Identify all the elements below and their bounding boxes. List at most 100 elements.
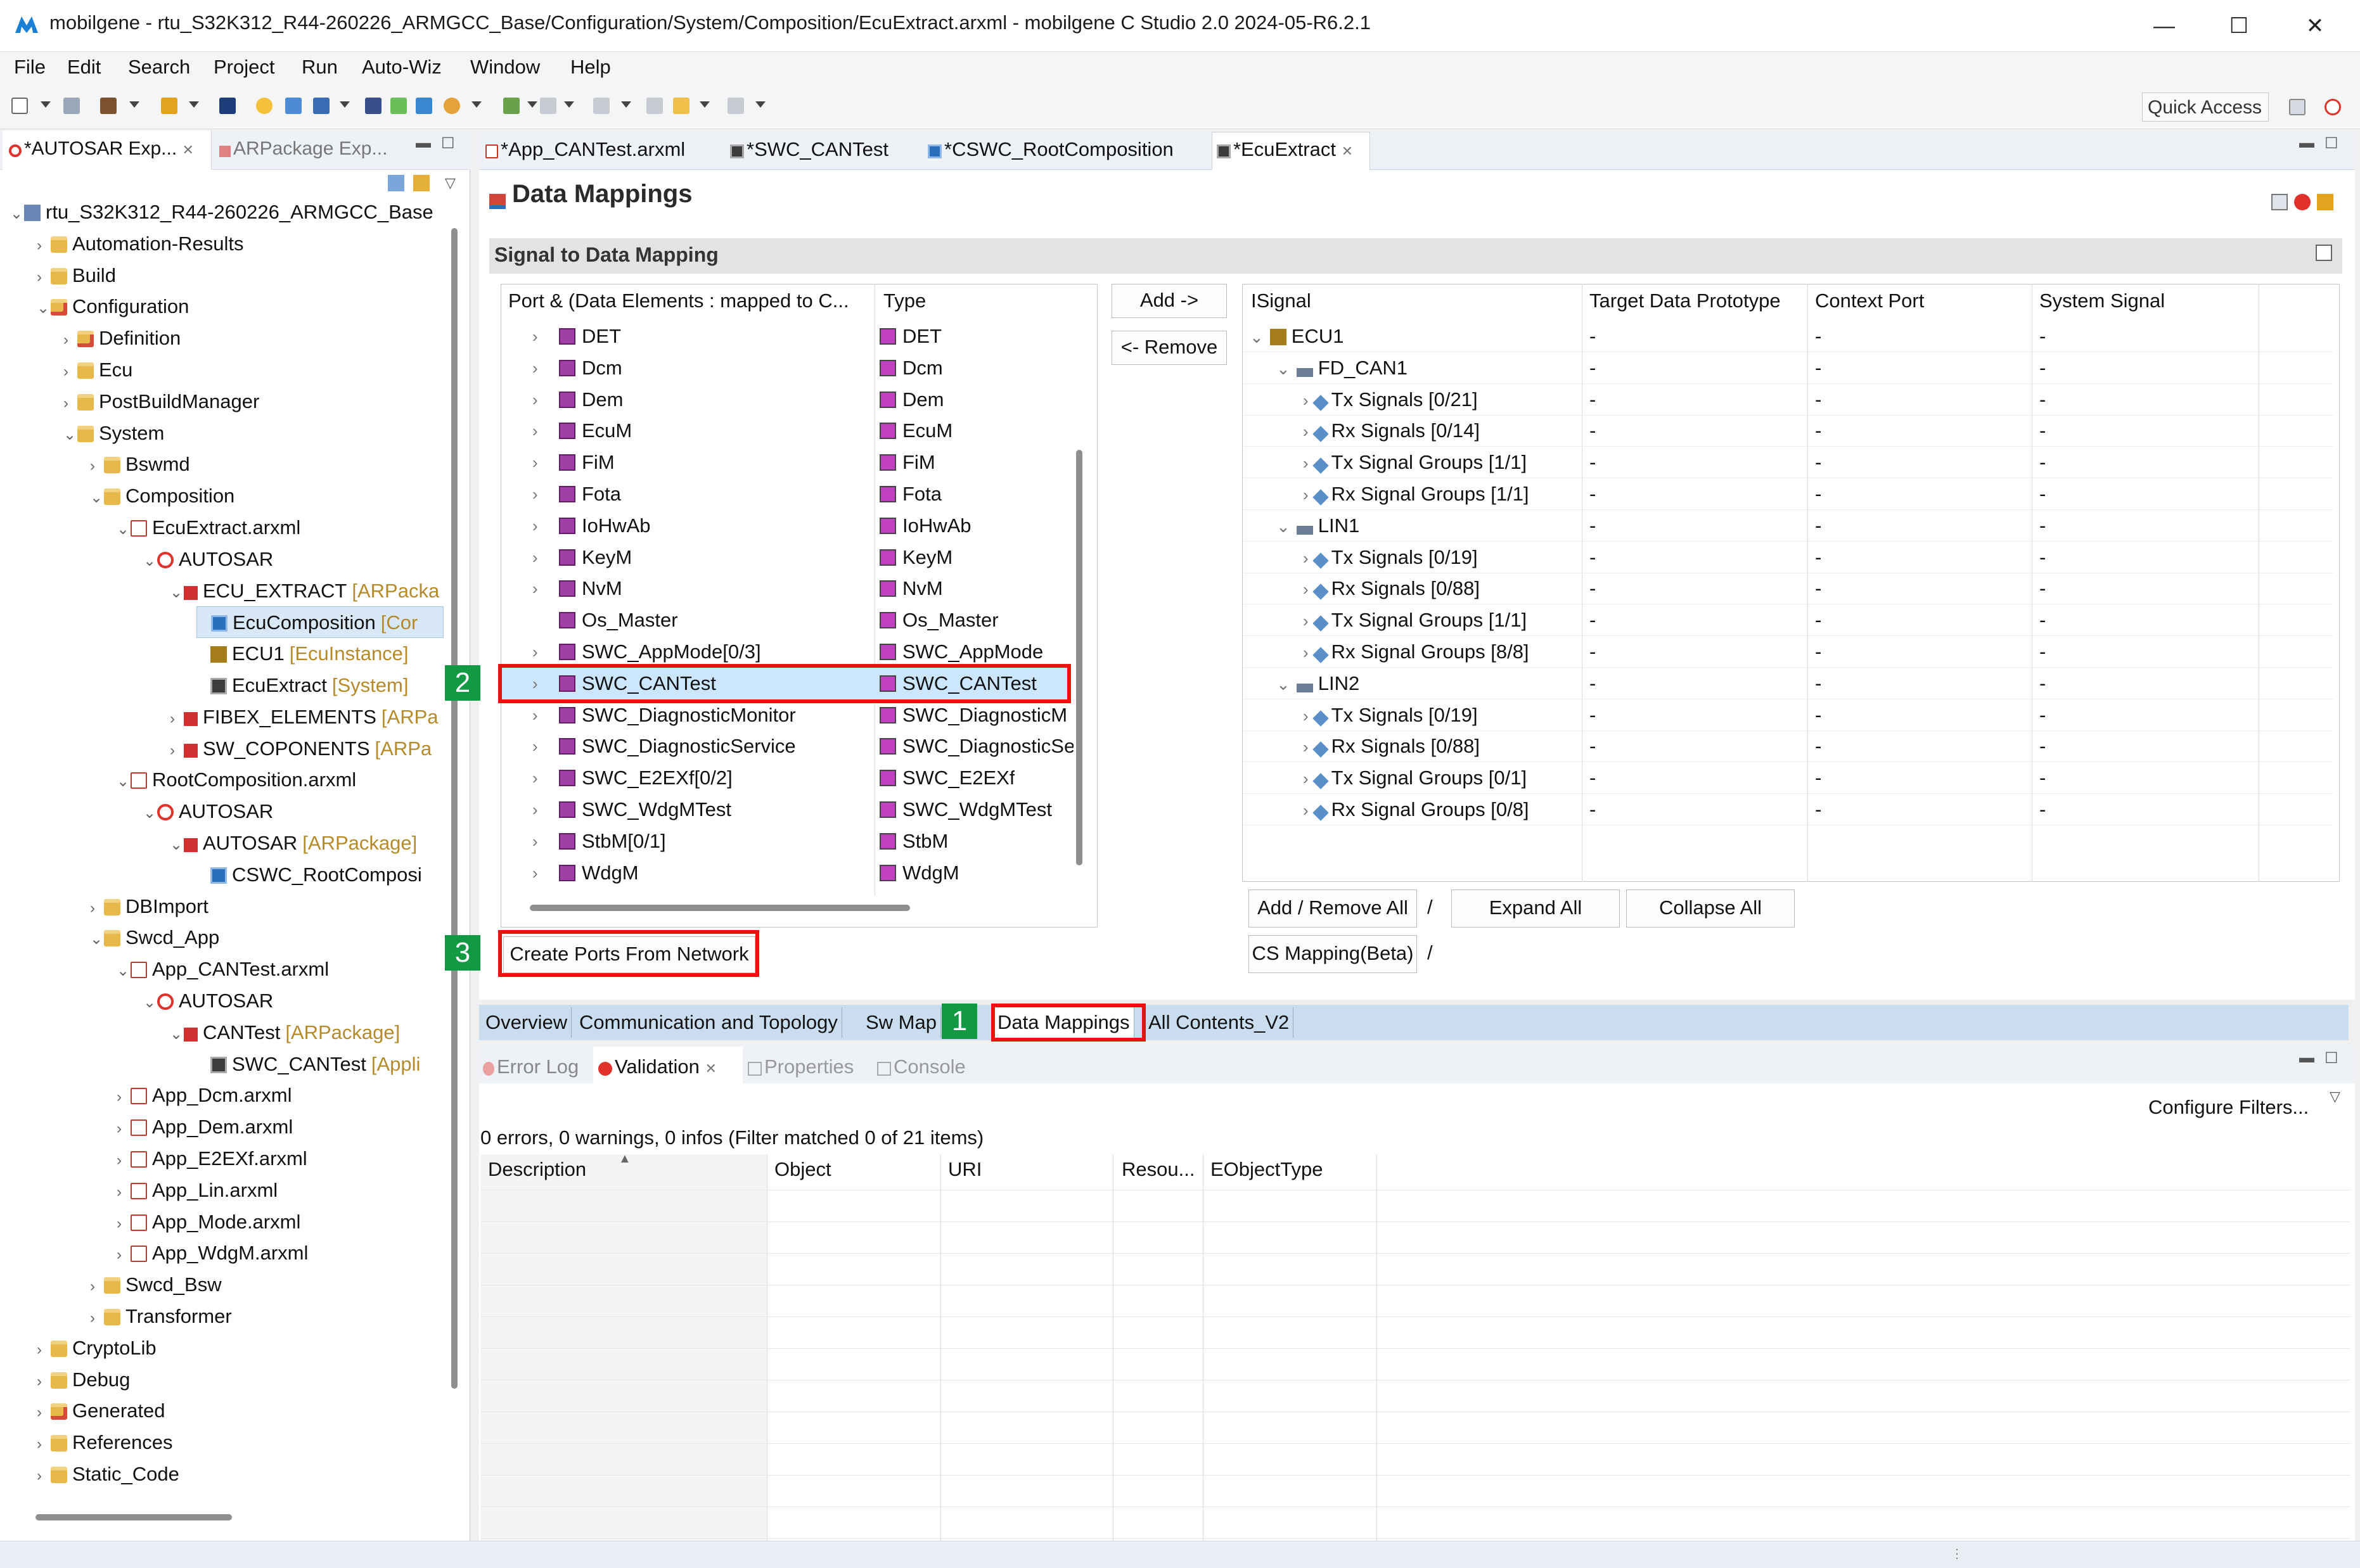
tool-icon[interactable] — [416, 98, 432, 114]
signal-row[interactable]: › Rx Signals [0/88] - - - — [1243, 730, 2333, 763]
tab-arpackage-explorer[interactable]: ARPackage Exp... — [219, 138, 387, 160]
minimize-button[interactable]: — — [2129, 6, 2199, 46]
expand-chevron-icon[interactable]: › — [532, 478, 538, 510]
external-tool-dropdown-icon[interactable] — [471, 101, 482, 108]
menu-search[interactable]: Search — [128, 56, 190, 79]
collapse-chevron-icon[interactable]: › — [170, 735, 184, 765]
tree-item-rootcomposition-arxml[interactable]: ⌄ RootComposition.arxml — [117, 764, 356, 796]
expand-chevron-icon[interactable]: ⌄ — [170, 829, 184, 859]
collapse-chevron-icon[interactable]: › — [37, 1429, 51, 1458]
port-row[interactable]: › SWC_AppMode[0/3] SWC_AppMode — [502, 636, 1067, 668]
expand-chevron-icon[interactable]: ⌄ — [63, 419, 77, 449]
expand-chevron-icon[interactable]: ⌄ — [1276, 359, 1290, 378]
build-dropdown-icon[interactable] — [129, 101, 139, 108]
close-button[interactable]: ✕ — [2280, 6, 2350, 46]
tree-item-app-dem-arxml[interactable]: › App_Dem.arxml — [117, 1111, 293, 1143]
maximize-button[interactable]: ☐ — [2204, 6, 2274, 46]
tab-cswc-rootcomposition[interactable]: *CSWC_RootComposition — [928, 138, 1174, 161]
help-icon[interactable] — [2294, 194, 2311, 210]
system-signal-header[interactable]: System Signal — [2039, 286, 2165, 316]
collapse-chevron-icon[interactable]: › — [1303, 422, 1309, 441]
collapse-chevron-icon[interactable]: › — [1303, 737, 1309, 756]
collapse-chevron-icon[interactable]: › — [90, 893, 104, 922]
tab-error-log[interactable]: Error Log — [483, 1055, 579, 1078]
port-row[interactable]: Os_Master Os_Master — [502, 604, 1067, 636]
new-dropdown-icon[interactable] — [41, 101, 51, 108]
open-perspective-icon[interactable] — [2289, 99, 2305, 115]
signal-row[interactable]: › Tx Signals [0/21] - - - — [1243, 384, 2333, 416]
signal-row[interactable]: ⌄ LIN2 - - - — [1243, 668, 2333, 699]
signal-row[interactable]: › Tx Signal Groups [0/1] - - - — [1243, 762, 2333, 794]
external-tool-icon[interactable] — [444, 98, 460, 114]
tab-all-contents-v2[interactable]: All Contents_V2 — [1145, 1007, 1294, 1038]
collapse-chevron-icon[interactable]: › — [37, 1334, 51, 1364]
expand-chevron-icon[interactable]: › — [532, 730, 538, 762]
tree-item-bswmd[interactable]: › Bswmd — [90, 449, 190, 480]
section-menu-icon[interactable] — [2316, 245, 2332, 261]
tree-item-build[interactable]: › Build — [37, 260, 116, 291]
tree-item-ecu-extract[interactable]: ⌄ ECU_EXTRACT [ARPacka — [170, 575, 439, 607]
maximize-editor-icon[interactable]: ☐ — [2325, 134, 2338, 153]
collapse-chevron-icon[interactable]: › — [90, 1303, 104, 1332]
tree-horizontal-scrollbar[interactable] — [35, 1514, 232, 1520]
tree-item-composition[interactable]: ⌄ Composition — [90, 480, 234, 512]
tree-item-definition[interactable]: › Definition — [63, 322, 181, 354]
resource-column-header[interactable]: Resou... — [1122, 1158, 1195, 1181]
collapse-chevron-icon[interactable]: › — [117, 1113, 131, 1143]
tree-item-swcd-bsw[interactable]: › Swcd_Bsw — [90, 1269, 222, 1301]
signal-row[interactable]: › Tx Signals [0/19] - - - — [1243, 699, 2333, 731]
close-tab-icon[interactable]: ✕ — [1342, 143, 1353, 159]
next-annotation-icon[interactable] — [593, 98, 610, 114]
signal-row[interactable]: ⌄ FD_CAN1 - - - — [1243, 352, 2333, 384]
tree-item-app-dcm-arxml[interactable]: › App_Dcm.arxml — [117, 1080, 292, 1111]
port-row[interactable]: › Fota Fota — [502, 478, 1067, 510]
menu-auto-wiz[interactable]: Auto-Wiz — [362, 56, 442, 79]
expand-chevron-icon[interactable]: › — [532, 857, 538, 889]
tree-item-automation-results[interactable]: › Automation-Results — [37, 228, 244, 260]
new-icon[interactable] — [11, 98, 28, 114]
port-row[interactable]: › WdgM WdgM — [502, 857, 1067, 889]
collapse-all-button[interactable]: Collapse All — [1626, 889, 1795, 927]
collapse-chevron-icon[interactable]: › — [1303, 485, 1309, 504]
expand-chevron-icon[interactable]: › — [532, 447, 538, 478]
expand-chevron-icon[interactable]: ⌄ — [117, 955, 131, 985]
link-editor-icon[interactable] — [413, 175, 430, 191]
remove-button[interactable]: <- Remove — [1112, 331, 1227, 365]
collapse-chevron-icon[interactable]: › — [117, 1176, 131, 1206]
signal-row[interactable]: › Tx Signal Groups [1/1] - - - — [1243, 447, 2333, 479]
next-annotation-dropdown-icon[interactable] — [621, 101, 631, 108]
annotation-icon[interactable] — [540, 98, 556, 114]
expand-chevron-icon[interactable]: › — [532, 352, 538, 384]
forward-dropdown-icon[interactable] — [755, 101, 766, 108]
collapse-chevron-icon[interactable]: › — [1303, 611, 1309, 630]
tree-item-autosar[interactable]: ⌄ AUTOSAR — [143, 544, 273, 575]
expand-chevron-icon[interactable]: ⌄ — [143, 987, 157, 1017]
tree-item-fibex-elements[interactable]: › FIBEX_ELEMENTS [ARPa — [170, 701, 439, 733]
port-row[interactable]: › DET DET — [502, 321, 1067, 352]
forward-icon[interactable] — [728, 98, 744, 114]
collapse-chevron-icon[interactable]: › — [117, 1208, 131, 1238]
expand-chevron-icon[interactable]: › — [532, 415, 538, 447]
expand-chevron-icon[interactable]: ⌄ — [143, 545, 157, 575]
signal-row[interactable]: ⌄ ECU1 - - - — [1243, 321, 2333, 352]
tab-sw-map[interactable]: Sw Map — [862, 1007, 941, 1038]
collapse-chevron-icon[interactable]: › — [37, 1397, 51, 1427]
expand-chevron-icon[interactable]: ⌄ — [90, 482, 104, 512]
collapse-all-icon[interactable] — [388, 175, 404, 191]
tree-item-references[interactable]: › References — [37, 1427, 173, 1458]
maximize-panel-icon[interactable]: ☐ — [441, 134, 455, 153]
target-data-prototype-header[interactable]: Target Data Prototype — [1589, 286, 1781, 316]
tab-ecuextract[interactable]: *EcuExtract ✕ — [1217, 138, 1353, 161]
expand-chevron-icon[interactable]: › — [532, 699, 538, 731]
collapse-chevron-icon[interactable]: › — [1303, 706, 1309, 725]
settings-icon[interactable] — [2317, 194, 2333, 210]
tree-item-swc-cantest[interactable]: SWC_CANTest [Appli — [196, 1049, 420, 1080]
expand-chevron-icon[interactable]: › — [532, 321, 538, 352]
tree-item-app-mode-arxml[interactable]: › App_Mode.arxml — [117, 1206, 300, 1238]
close-tab-icon[interactable]: ✕ — [183, 142, 194, 158]
port-row[interactable]: › EcuM EcuM — [502, 415, 1067, 447]
tree-item-app-e2exf-arxml[interactable]: › App_E2EXf.arxml — [117, 1143, 307, 1175]
tree-item-sw-coponents[interactable]: › SW_COPONENTS [ARPa — [170, 733, 432, 765]
tree-item-static-code[interactable]: › Static_Code — [37, 1458, 179, 1490]
collapse-chevron-icon[interactable]: › — [1303, 391, 1309, 410]
